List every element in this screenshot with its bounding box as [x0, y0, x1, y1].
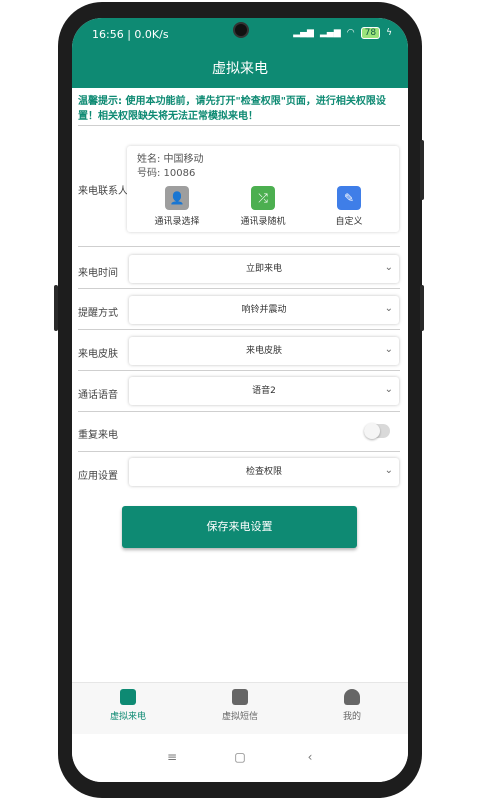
- screen: 16:56 | 0.0K/s ▂▄▆ ▂▄▆ ◠ 78 ϟ 虚拟来电 温馨提示:…: [72, 18, 408, 782]
- contact-label: 来电联系人: [78, 186, 128, 197]
- contacts-select-label: 通讯录选择: [154, 217, 200, 227]
- battery-icon: 78: [360, 27, 381, 39]
- tab-virtual-call-label: 虚拟来电: [109, 712, 146, 722]
- chevron-down-icon: ⌄: [384, 344, 393, 355]
- status-time: 16:56 | 0.0K/s: [92, 28, 169, 41]
- toggle-knob: [364, 423, 380, 439]
- repeat-call-toggle[interactable]: [364, 423, 390, 439]
- status-icons: ▂▄▆ ▂▄▆ ◠ 78 ϟ: [293, 27, 392, 39]
- signal-icon: ▂▄▆: [319, 28, 341, 38]
- home-icon[interactable]: ▢: [230, 750, 250, 770]
- chevron-down-icon: ⌄: [384, 303, 393, 314]
- volume-button: [54, 285, 58, 331]
- alert-mode-select[interactable]: 响铃并震动 ⌄: [129, 296, 399, 324]
- notice-text: 温馨提示: 使用本功能前，请先打开"检查权限"页面，进行相关权限设置！相关权限缺…: [78, 96, 386, 122]
- divider: [78, 246, 400, 247]
- phone-chat-icon: [120, 689, 136, 705]
- setting-label-call-skin: 来电皮肤: [78, 349, 118, 360]
- tab-mine-label: 我的: [342, 712, 361, 722]
- app-settings-value: 检查权限: [245, 467, 282, 477]
- side-button: [420, 285, 424, 331]
- divider: [78, 411, 400, 412]
- shuffle-icon: ⤮: [251, 186, 275, 210]
- system-nav-bar: ≡ ▢ ‹: [72, 734, 408, 782]
- app-settings-select[interactable]: 检查权限 ⌄: [129, 458, 399, 486]
- tab-virtual-sms[interactable]: 虚拟短信: [184, 689, 296, 722]
- signal-icon: ▂▄▆: [293, 28, 314, 38]
- message-icon: [232, 689, 248, 705]
- repeat-call-label: 重复来电: [78, 430, 118, 441]
- menu-icon[interactable]: ≡: [162, 750, 182, 770]
- call-skin-select[interactable]: 来电皮肤 ⌄: [129, 337, 399, 365]
- wifi-icon: ◠: [346, 28, 355, 38]
- call-time-value: 立即来电: [245, 264, 282, 274]
- divider: [78, 329, 400, 330]
- contacts-select-button[interactable]: 👤 通讯录选择: [137, 186, 217, 227]
- divider: [78, 288, 400, 289]
- setting-label-call-time: 来电时间: [78, 268, 118, 279]
- contacts-random-button[interactable]: ⤮ 通讯录随机: [223, 186, 303, 227]
- contacts-random-label: 通讯录随机: [240, 217, 286, 227]
- status-bar: 16:56 | 0.0K/s ▂▄▆ ▂▄▆ ◠ 78 ϟ: [72, 18, 408, 54]
- power-button: [420, 140, 424, 200]
- divider: [78, 451, 400, 452]
- user-icon: [344, 689, 360, 705]
- contact-number: 号码: 10086: [137, 168, 196, 179]
- page-title: 虚拟来电: [72, 54, 408, 88]
- divider: [78, 370, 400, 371]
- alert-mode-value: 响铃并震动: [241, 305, 287, 315]
- save-button[interactable]: 保存来电设置: [122, 506, 357, 548]
- contacts-icon: 👤: [165, 186, 189, 210]
- setting-label-voice: 通话语音: [78, 390, 118, 401]
- app-settings-label: 应用设置: [78, 471, 118, 482]
- divider: [78, 125, 400, 126]
- front-camera-icon: [233, 22, 249, 38]
- voice-value: 语音2: [252, 386, 276, 396]
- chevron-down-icon: ⌄: [384, 384, 393, 395]
- contact-card: 姓名: 中国移动 号码: 10086 👤 通讯录选择 ⤮ 通讯录随机 ✎ 自定义: [127, 146, 399, 232]
- chevron-down-icon: ⌄: [384, 262, 393, 273]
- bottom-nav: 虚拟来电 虚拟短信 我的: [72, 682, 408, 734]
- call-skin-value: 来电皮肤: [245, 346, 282, 356]
- setting-label-alert-mode: 提醒方式: [78, 308, 118, 319]
- charging-icon: ϟ: [386, 28, 392, 38]
- custom-contact-button[interactable]: ✎ 自定义: [309, 186, 389, 227]
- chevron-down-icon: ⌄: [384, 465, 393, 476]
- contact-name: 姓名: 中国移动: [137, 154, 204, 165]
- tab-virtual-call[interactable]: 虚拟来电: [72, 689, 184, 722]
- voice-select[interactable]: 语音2 ⌄: [129, 377, 399, 405]
- edit-icon: ✎: [337, 186, 361, 210]
- call-time-select[interactable]: 立即来电 ⌄: [129, 255, 399, 283]
- tab-mine[interactable]: 我的: [296, 689, 408, 722]
- tab-virtual-sms-label: 虚拟短信: [221, 712, 258, 722]
- custom-contact-label: 自定义: [335, 217, 363, 227]
- back-icon[interactable]: ‹: [300, 750, 320, 770]
